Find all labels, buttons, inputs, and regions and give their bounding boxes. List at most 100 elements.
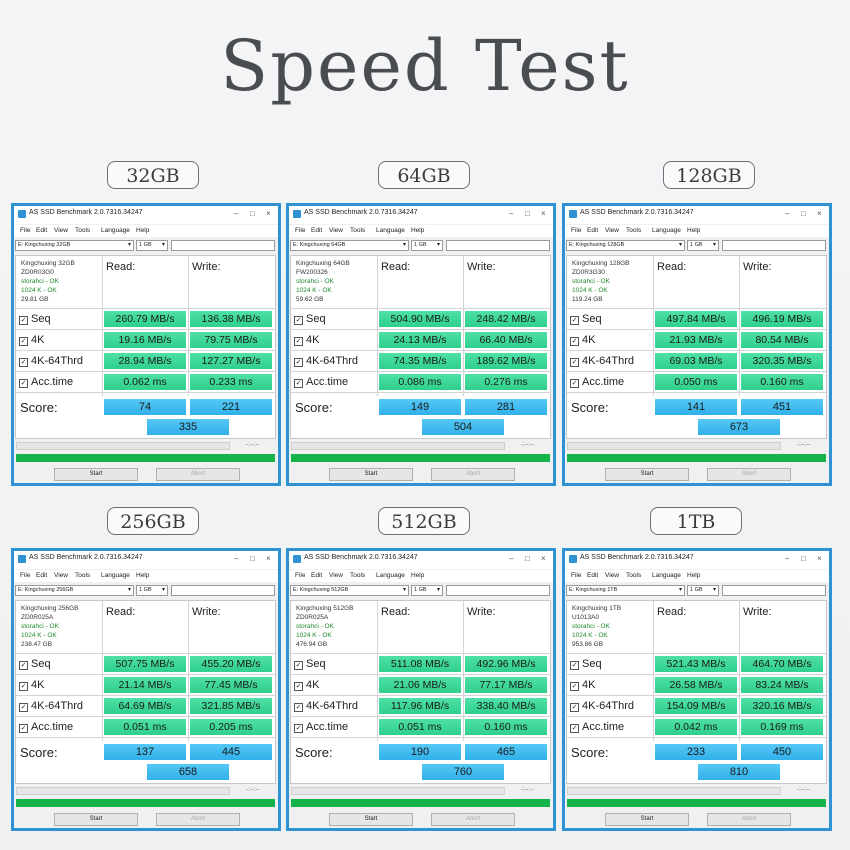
minimize-icon[interactable]: –: [234, 209, 238, 219]
maximize-icon[interactable]: □: [525, 554, 530, 564]
menu-item[interactable]: Help: [411, 227, 424, 234]
maximize-icon[interactable]: □: [525, 209, 530, 219]
checkbox-checked-icon[interactable]: ✓: [570, 682, 579, 691]
menu-item[interactable]: File: [295, 227, 305, 234]
menu-item[interactable]: View: [605, 572, 619, 579]
test-row-label[interactable]: ✓ Acc.time: [294, 721, 348, 733]
test-row-label[interactable]: ✓ Acc.time: [294, 376, 348, 388]
checkbox-checked-icon[interactable]: ✓: [570, 379, 579, 388]
start-button[interactable]: Start: [605, 468, 689, 481]
menu-item[interactable]: Edit: [36, 227, 47, 234]
status-field[interactable]: [446, 240, 550, 251]
test-row-label[interactable]: ✓ 4K-64Thrd: [570, 700, 634, 712]
checkbox-checked-icon[interactable]: ✓: [294, 703, 303, 712]
close-icon[interactable]: ×: [541, 554, 546, 564]
drive-select[interactable]: E: Kingchuxing 1TB ▾: [566, 585, 685, 596]
menu-item[interactable]: Help: [687, 572, 700, 579]
test-row-label[interactable]: ✓ Seq: [294, 658, 326, 670]
size-select[interactable]: 1 GB ▾: [411, 585, 443, 596]
size-select[interactable]: 1 GB ▾: [136, 585, 168, 596]
abort-button[interactable]: Abort: [156, 813, 240, 826]
menu-item[interactable]: Edit: [311, 572, 322, 579]
abort-button[interactable]: Abort: [707, 813, 791, 826]
checkbox-checked-icon[interactable]: ✓: [294, 379, 303, 388]
checkbox-checked-icon[interactable]: ✓: [19, 724, 28, 733]
checkbox-checked-icon[interactable]: ✓: [19, 703, 28, 712]
test-row-label[interactable]: ✓ Acc.time: [570, 721, 624, 733]
menu-item[interactable]: File: [20, 572, 30, 579]
checkbox-checked-icon[interactable]: ✓: [294, 661, 303, 670]
menu-item[interactable]: View: [329, 572, 343, 579]
menu-item[interactable]: File: [20, 227, 30, 234]
test-row-label[interactable]: ✓ Seq: [570, 658, 602, 670]
checkbox-checked-icon[interactable]: ✓: [570, 337, 579, 346]
test-row-label[interactable]: ✓ 4K: [570, 679, 595, 691]
close-icon[interactable]: ×: [266, 209, 271, 219]
test-row-label[interactable]: ✓ 4K-64Thrd: [570, 355, 634, 367]
menu-item[interactable]: Language: [101, 572, 130, 579]
abort-button[interactable]: Abort: [431, 468, 515, 481]
drive-select[interactable]: E: Kingchuxing 64GB ▾: [290, 240, 409, 251]
checkbox-checked-icon[interactable]: ✓: [570, 724, 579, 733]
menu-item[interactable]: Tools: [350, 227, 365, 234]
checkbox-checked-icon[interactable]: ✓: [570, 703, 579, 712]
menu-item[interactable]: Language: [652, 227, 681, 234]
abort-button[interactable]: Abort: [156, 468, 240, 481]
maximize-icon[interactable]: □: [250, 209, 255, 219]
checkbox-checked-icon[interactable]: ✓: [19, 337, 28, 346]
minimize-icon[interactable]: –: [785, 554, 789, 564]
size-select[interactable]: 1 GB ▾: [687, 240, 719, 251]
status-field[interactable]: [171, 585, 275, 596]
maximize-icon[interactable]: □: [801, 209, 806, 219]
test-row-label[interactable]: ✓ 4K-64Thrd: [19, 700, 83, 712]
checkbox-checked-icon[interactable]: ✓: [19, 379, 28, 388]
drive-select[interactable]: E: Kingchuxing 256GB ▾: [15, 585, 134, 596]
maximize-icon[interactable]: □: [801, 554, 806, 564]
menu-item[interactable]: Language: [652, 572, 681, 579]
menu-item[interactable]: Tools: [350, 572, 365, 579]
test-row-label[interactable]: ✓ 4K: [294, 679, 319, 691]
checkbox-checked-icon[interactable]: ✓: [294, 337, 303, 346]
status-field[interactable]: [171, 240, 275, 251]
checkbox-checked-icon[interactable]: ✓: [19, 316, 28, 325]
start-button[interactable]: Start: [54, 468, 138, 481]
checkbox-checked-icon[interactable]: ✓: [294, 682, 303, 691]
abort-button[interactable]: Abort: [431, 813, 515, 826]
test-row-label[interactable]: ✓ 4K-64Thrd: [19, 355, 83, 367]
abort-button[interactable]: Abort: [707, 468, 791, 481]
minimize-icon[interactable]: –: [509, 554, 513, 564]
menu-item[interactable]: Tools: [626, 572, 641, 579]
test-row-label[interactable]: ✓ 4K: [294, 334, 319, 346]
checkbox-checked-icon[interactable]: ✓: [19, 682, 28, 691]
size-select[interactable]: 1 GB ▾: [687, 585, 719, 596]
status-field[interactable]: [722, 585, 826, 596]
menu-item[interactable]: Edit: [587, 572, 598, 579]
checkbox-checked-icon[interactable]: ✓: [294, 724, 303, 733]
menu-item[interactable]: Tools: [75, 572, 90, 579]
maximize-icon[interactable]: □: [250, 554, 255, 564]
menu-item[interactable]: Edit: [36, 572, 47, 579]
menu-item[interactable]: Edit: [311, 227, 322, 234]
drive-select[interactable]: E: Kingchuxing 32GB ▾: [15, 240, 134, 251]
menu-item[interactable]: Language: [376, 572, 405, 579]
checkbox-checked-icon[interactable]: ✓: [570, 358, 579, 367]
menu-item[interactable]: Language: [101, 227, 130, 234]
menu-item[interactable]: File: [571, 572, 581, 579]
test-row-label[interactable]: ✓ 4K-64Thrd: [294, 700, 358, 712]
menu-item[interactable]: Help: [136, 227, 149, 234]
start-button[interactable]: Start: [329, 468, 413, 481]
start-button[interactable]: Start: [605, 813, 689, 826]
close-icon[interactable]: ×: [817, 554, 822, 564]
checkbox-checked-icon[interactable]: ✓: [19, 661, 28, 670]
menu-item[interactable]: Tools: [626, 227, 641, 234]
minimize-icon[interactable]: –: [785, 209, 789, 219]
size-select[interactable]: 1 GB ▾: [136, 240, 168, 251]
checkbox-checked-icon[interactable]: ✓: [570, 661, 579, 670]
menu-item[interactable]: View: [329, 227, 343, 234]
menu-item[interactable]: File: [295, 572, 305, 579]
close-icon[interactable]: ×: [266, 554, 271, 564]
close-icon[interactable]: ×: [541, 209, 546, 219]
test-row-label[interactable]: ✓ 4K: [570, 334, 595, 346]
menu-item[interactable]: View: [54, 572, 68, 579]
checkbox-checked-icon[interactable]: ✓: [19, 358, 28, 367]
